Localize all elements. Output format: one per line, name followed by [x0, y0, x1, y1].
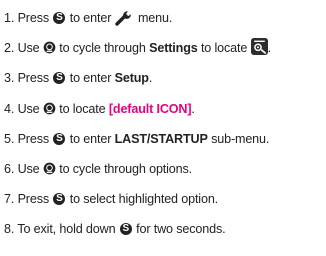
step-1: 1. Press S to enter menu. — [4, 9, 326, 27]
step-text: to enter — [69, 11, 112, 25]
step-6: 6. Use to cycle through options. — [4, 160, 326, 178]
settings-label: Settings — [149, 41, 198, 55]
step-text: sub-menu. — [211, 132, 270, 146]
step-text: Use — [17, 162, 40, 176]
step-text: To exit, hold down — [17, 222, 116, 236]
step-text: Use — [17, 41, 40, 55]
step-text: to select highlighted option. — [69, 192, 219, 206]
step-text: menu. — [137, 11, 173, 25]
step-7: 7. Press S to select highlighted option. — [4, 190, 326, 208]
settings-tile-icon — [250, 38, 268, 56]
step-4: 4. Use to locate [default ICON]. — [4, 100, 326, 118]
step-text: . — [148, 71, 153, 85]
step-2: 2. Use to cycle through Settings to loca… — [4, 38, 326, 57]
select-button-icon: S — [53, 11, 66, 24]
step-text: Press — [17, 11, 50, 25]
step-text: to cycle through options. — [59, 162, 192, 176]
select-button-icon: S — [53, 71, 66, 84]
step-text: to locate — [200, 41, 248, 55]
step-text: to enter — [69, 71, 112, 85]
instruction-list: 1. Press S to enter menu. 2. Use to cycl… — [0, 0, 326, 256]
wrench-icon — [114, 10, 131, 26]
step-text: Press — [17, 132, 50, 146]
select-button-icon: S — [53, 132, 66, 145]
step-number: 6. — [4, 162, 15, 176]
dial-knob-icon — [43, 102, 56, 115]
step-number: 8. — [4, 222, 15, 236]
step-number: 1. — [4, 11, 15, 25]
step-text: . — [267, 41, 272, 55]
dial-knob-icon — [43, 162, 56, 175]
step-text: Press — [17, 71, 50, 85]
select-button-icon: S — [53, 192, 66, 205]
step-text: Press — [17, 192, 50, 206]
step-text: to enter — [69, 132, 112, 146]
step-text: for two seconds. — [136, 222, 226, 236]
last-startup-label: LAST/STARTUP — [114, 132, 208, 146]
step-number: 7. — [4, 192, 15, 206]
step-number: 3. — [4, 71, 15, 85]
step-8: 8. To exit, hold down S for two seconds. — [4, 220, 326, 238]
step-text: to locate — [59, 102, 106, 116]
step-text: to cycle through — [59, 41, 146, 55]
step-number: 5. — [4, 132, 15, 146]
step-text: . — [191, 102, 195, 116]
dial-knob-icon — [43, 41, 56, 54]
setup-label: Setup — [114, 71, 149, 85]
step-text: Use — [17, 102, 40, 116]
step-number: 4. — [4, 102, 15, 116]
step-number: 2. — [4, 41, 15, 55]
default-icon-label: [default ICON] — [108, 102, 192, 116]
step-3: 3. Press S to enter Setup. — [4, 69, 326, 87]
select-button-icon: S — [119, 222, 132, 235]
step-5: 5. Press S to enter LAST/STARTUP sub-men… — [4, 130, 326, 148]
